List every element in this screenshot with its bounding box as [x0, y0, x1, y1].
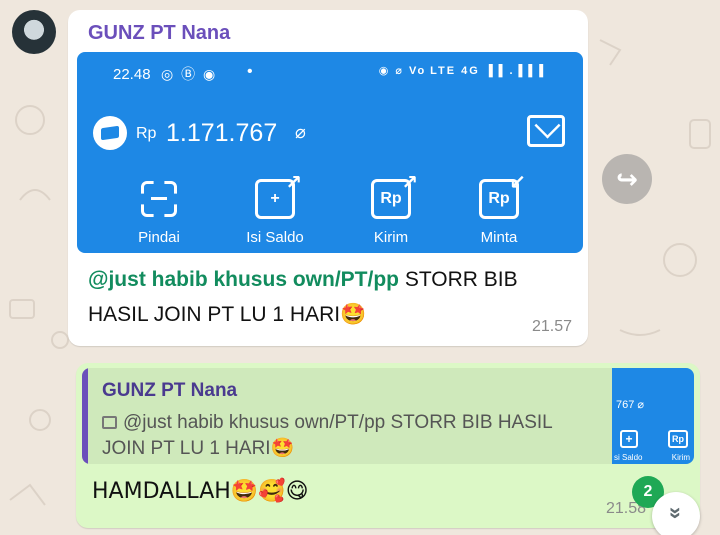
- status-bar-signal-icons: ◉ ⌀ Vo LTE 4G ▐▐ .▐▐ ▌: [378, 65, 549, 77]
- action-isi-saldo: + ↗ Isi Saldo: [225, 172, 325, 246]
- thumb-label: Kirim: [671, 453, 690, 462]
- action-label: Pindai: [138, 229, 180, 246]
- outgoing-message-bubble[interactable]: GUNZ PT Nana @just habib khusus own/PT/p…: [76, 363, 700, 528]
- action-minta: Rp ↙ Minta: [449, 172, 549, 246]
- outgoing-message-text: HAMDALLAH🤩🥰😋: [92, 479, 309, 504]
- action-label: Minta: [480, 229, 518, 246]
- star-struck-emoji: 🤩: [340, 302, 367, 326]
- action-label: Kirim: [373, 229, 409, 246]
- message-sender-name[interactable]: GUNZ PT Nana: [88, 22, 230, 45]
- hide-balance-eye-icon: ⌀: [295, 122, 306, 142]
- thumb-label: si Saldo: [614, 453, 643, 462]
- send-money-icon: Rp ↗: [371, 172, 418, 219]
- forward-icon: ↪: [616, 163, 638, 194]
- wallet-icon: [93, 116, 127, 150]
- top-up-icon: + ↗: [255, 172, 302, 219]
- wallet-balance: 1.171.767: [166, 119, 278, 147]
- mail-icon: [527, 115, 565, 147]
- top-up-icon: +: [620, 430, 638, 448]
- chevron-down-icon: »: [664, 506, 689, 520]
- quoted-sender-name: GUNZ PT Nana: [102, 380, 238, 401]
- quoted-image-thumbnail: 767 ⌀ + Rp si Saldo Kirim: [612, 368, 694, 464]
- sender-avatar[interactable]: [12, 10, 56, 54]
- status-bar-time: 22.48: [113, 66, 151, 83]
- photo-icon: [102, 416, 117, 429]
- forward-button[interactable]: ↪: [602, 154, 652, 204]
- scroll-to-bottom-button[interactable]: »: [652, 492, 700, 535]
- currency-label: Rp: [136, 125, 157, 142]
- status-bar-dot: •: [247, 63, 253, 80]
- incoming-message-bubble[interactable]: GUNZ PT Nana 22.48 ◎ Ⓑ ◉ • ◉ ⌀ Vo LTE 4G…: [68, 10, 588, 346]
- send-money-icon: Rp: [668, 430, 688, 448]
- action-label: Isi Saldo: [246, 229, 304, 246]
- quoted-reply[interactable]: GUNZ PT Nana @just habib khusus own/PT/p…: [82, 368, 694, 464]
- quote-accent-bar: [82, 368, 88, 464]
- message-caption: @just habib khusus own/PT/pp STORR BIB H…: [88, 262, 568, 332]
- status-bar-notification-icons: ◎ Ⓑ ◉: [161, 66, 218, 82]
- request-money-icon: Rp ↙: [479, 172, 526, 219]
- user-mention[interactable]: @just habib khusus own/PT/pp: [88, 268, 399, 291]
- action-pindai: Pindai: [109, 179, 209, 246]
- scan-icon: [139, 179, 179, 219]
- quoted-text: @just habib khusus own/PT/pp STORR BIB H…: [102, 412, 553, 459]
- shared-screenshot-image[interactable]: 22.48 ◎ Ⓑ ◉ • ◉ ⌀ Vo LTE 4G ▐▐ .▐▐ ▌ Rp …: [77, 52, 583, 253]
- thumb-balance: 767 ⌀: [616, 399, 645, 411]
- action-kirim: Rp ↗ Kirim: [341, 172, 441, 246]
- message-timestamp: 21.57: [531, 318, 572, 335]
